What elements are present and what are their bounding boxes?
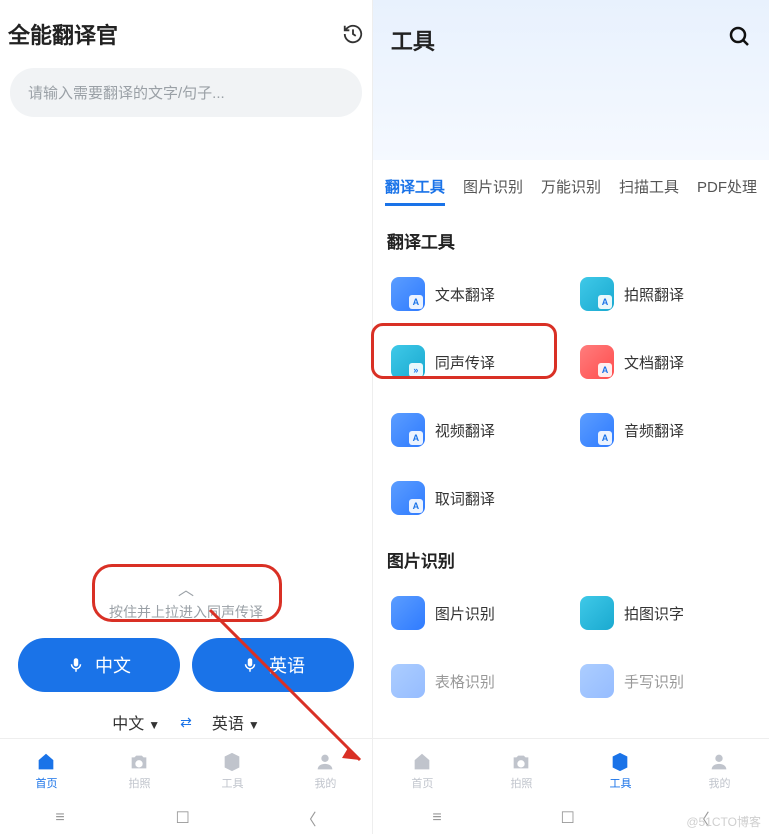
search-icon[interactable]	[727, 24, 751, 48]
word-icon: A	[391, 481, 425, 515]
system-nav: ≡ ☐ 〈	[0, 802, 372, 834]
home-sys-icon[interactable]: ☐	[175, 808, 189, 828]
mic-icon	[67, 656, 85, 674]
mic-icon	[241, 656, 259, 674]
video-icon: A	[391, 413, 425, 447]
language-selector[interactable]: 中文▼ ⇄ 英语▼	[0, 702, 372, 738]
watermark: @51CTO博客	[686, 813, 761, 830]
nav-tools[interactable]: 工具	[186, 739, 279, 802]
ocr-icon	[580, 596, 614, 630]
nav-camera[interactable]: 拍照	[472, 739, 571, 802]
left-screen: 全能翻译官 请输入需要翻译的文字/句子... ︿ 按住并上拉进入同声传译 中文 …	[0, 0, 372, 834]
page-title: 工具	[391, 24, 435, 56]
voice-icon: »	[391, 345, 425, 379]
home-sys-icon[interactable]: ☐	[560, 808, 574, 828]
tool-table-recognition[interactable]: 表格识别	[387, 654, 566, 708]
pull-up-hint[interactable]: ︿ 按住并上拉进入同声传译	[0, 570, 372, 628]
doc-icon: A	[580, 345, 614, 379]
nav-tools[interactable]: 工具	[571, 739, 670, 802]
back-icon[interactable]: 〈	[301, 806, 317, 830]
nav-mine[interactable]: 我的	[279, 739, 372, 802]
chevron-up-icon: ︿	[178, 576, 194, 600]
cube-icon	[609, 751, 631, 773]
tab-universal-recognition[interactable]: 万能识别	[541, 176, 601, 206]
tool-photo-translate[interactable]: A拍照翻译	[576, 267, 755, 321]
tool-video-translate[interactable]: A视频翻译	[387, 403, 566, 457]
image-icon	[391, 596, 425, 630]
camera-icon: A	[580, 277, 614, 311]
cube-icon	[221, 751, 243, 773]
tool-audio-translate[interactable]: A音频翻译	[576, 403, 755, 457]
tool-word-translate[interactable]: A取词翻译	[387, 471, 566, 525]
person-icon	[314, 751, 336, 773]
person-icon	[708, 751, 730, 773]
tool-text-translate[interactable]: A文本翻译	[387, 267, 566, 321]
recent-icon[interactable]: ≡	[55, 809, 64, 827]
category-tabs: 翻译工具 图片识别 万能识别 扫描工具 PDF处理	[373, 160, 769, 214]
table-icon	[391, 664, 425, 698]
recent-icon[interactable]: ≡	[432, 809, 441, 827]
voice-chinese-button[interactable]: 中文	[18, 638, 180, 692]
tab-image-recognition[interactable]: 图片识别	[463, 176, 523, 206]
camera-icon	[128, 751, 150, 773]
nav-home[interactable]: 首页	[373, 739, 472, 802]
handwriting-icon	[580, 664, 614, 698]
tool-image-recognition[interactable]: 图片识别	[387, 586, 566, 640]
nav-mine[interactable]: 我的	[670, 739, 769, 802]
tool-handwriting-recognition[interactable]: 手写识别	[576, 654, 755, 708]
section-image-title: 图片识别	[373, 533, 769, 578]
bottom-nav: 首页 拍照 工具 我的	[0, 738, 372, 802]
audio-icon: A	[580, 413, 614, 447]
history-icon[interactable]	[342, 23, 364, 45]
search-input[interactable]: 请输入需要翻译的文字/句子...	[10, 68, 362, 117]
camera-icon	[510, 751, 532, 773]
nav-camera[interactable]: 拍照	[93, 739, 186, 802]
tool-doc-translate[interactable]: A文档翻译	[576, 335, 755, 389]
section-translate-title: 翻译工具	[373, 214, 769, 259]
right-screen: 工具 翻译工具 图片识别 万能识别 扫描工具 PDF处理 翻译工具 A文本翻译 …	[373, 0, 769, 834]
home-icon	[35, 751, 57, 773]
tab-scan-tools[interactable]: 扫描工具	[619, 176, 679, 206]
tool-simultaneous-translate[interactable]: »同声传译	[387, 335, 566, 389]
swap-icon[interactable]: ⇄	[180, 714, 192, 731]
tab-translate-tools[interactable]: 翻译工具	[385, 176, 445, 206]
text-icon: A	[391, 277, 425, 311]
tab-pdf[interactable]: PDF处理	[697, 176, 757, 206]
app-title: 全能翻译官	[8, 18, 118, 50]
voice-english-button[interactable]: 英语	[192, 638, 354, 692]
nav-home[interactable]: 首页	[0, 739, 93, 802]
home-icon	[411, 751, 433, 773]
tool-photo-text[interactable]: 拍图识字	[576, 586, 755, 640]
bottom-nav: 首页 拍照 工具 我的	[373, 738, 769, 802]
